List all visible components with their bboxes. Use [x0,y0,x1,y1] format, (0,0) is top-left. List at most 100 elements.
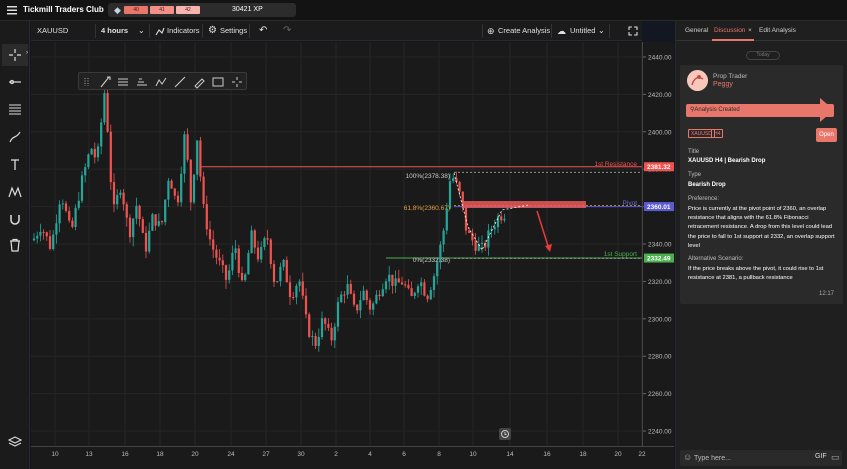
candle-body [426,295,429,300]
candle-body [74,207,77,227]
candle-body [192,174,196,203]
magnet-icon [10,215,20,225]
chevron-down-icon[interactable]: ⌄ [598,21,605,41]
menu-icon[interactable] [7,5,17,15]
redo-icon[interactable]: ↷ [283,21,291,41]
crosshair-tool[interactable]: › [2,44,28,66]
candle-body [493,227,496,230]
delete-tool[interactable] [2,234,28,256]
candle-body [215,249,218,258]
candle-body [212,239,215,250]
candle-body [176,195,180,203]
divider [551,24,552,38]
price-marker-label: 2332.49 [647,256,671,263]
layout-name[interactable]: Untitled [570,21,595,41]
text-tool[interactable] [2,154,28,176]
settings-button[interactable]: Settings [220,21,247,41]
candle-body [384,281,388,290]
candle-body [64,203,68,211]
brush-tool[interactable] [2,126,28,148]
price-tick-label: 2240.00 [648,429,672,436]
plus-circle-icon: ⊕ [487,26,495,36]
candle-body [135,205,138,219]
candle-body [487,230,490,248]
emoji-icon[interactable]: ☺ [683,452,692,462]
attach-icon[interactable]: ▭ [831,452,840,463]
candle-body [42,231,45,233]
candle-body [224,265,228,280]
rectangle-icon[interactable] [212,77,224,87]
undo-icon[interactable]: ↶ [259,21,267,41]
candle-body [208,229,212,240]
candle-body [276,281,279,283]
candle-body [253,230,256,248]
candle-body [365,290,368,301]
pen-icon[interactable] [194,78,205,89]
user-role: Prop Trader [713,73,748,80]
candle-body [109,131,112,183]
brush-icon [9,131,21,143]
tab-edit-analysis[interactable]: Edit Analysis [759,27,796,34]
price-tick-label: 2300.00 [648,316,672,323]
resistance-label: 1st Resistance [594,161,637,168]
analysis-post: Prop Trader Peggy ⚲Analysis Created XAUU… [680,65,843,304]
ray-icon[interactable] [174,76,186,88]
channel-icon[interactable] [137,78,147,86]
candle-body [141,219,144,233]
reset-view-button[interactable] [499,428,511,440]
tab-discussion[interactable]: Discussion [714,27,745,34]
tab-general[interactable]: General [685,27,708,34]
chevron-down-icon[interactable]: ⌄ [138,21,145,41]
interval-selector[interactable]: 4 hours [101,21,128,41]
symbol-selector[interactable]: XAUUSD [37,21,68,41]
candle-body [375,294,378,304]
close-icon[interactable]: × [748,27,752,34]
fullscreen-icon[interactable] [628,26,638,36]
candle-body [317,337,320,346]
trendline-tool[interactable] [2,71,28,93]
message-input[interactable] [694,452,804,464]
candle-body [221,260,224,266]
divider [202,24,203,38]
user-name[interactable]: Peggy [713,81,733,88]
time-tick-label: 16 [543,451,551,458]
crosshair-icon[interactable] [232,77,242,87]
candle-body [295,285,298,298]
title-label: Title [688,149,700,155]
chart-area[interactable]: 1st Resistance Pivot 1st Support 100%(23… [31,42,642,446]
time-tick-label: 13 [85,451,93,458]
level-badge: 42 [176,6,200,14]
indicators-button[interactable]: Indicators [167,21,200,41]
price-marker-label: 2381.32 [647,164,671,171]
pattern-tool[interactable] [2,181,28,203]
price-axis[interactable]: 2440.002420.002400.002380.002360.002340.… [642,42,674,446]
magnet-tool[interactable] [2,208,28,230]
candle-body [68,210,71,221]
zigzag-icon[interactable] [155,77,167,87]
pivot-zone[interactable] [462,201,586,208]
candle-body [93,148,96,158]
open-button[interactable]: Open [816,128,837,142]
create-analysis-button[interactable]: Create Analysis [498,21,550,41]
drawing-tools [84,76,242,89]
gif-button[interactable]: GIF [815,453,827,460]
candle-body [388,274,391,282]
reply-box: ☺ GIF ▭ [680,450,842,466]
candle-body [464,207,468,231]
candle-body [381,289,384,297]
candle-body [304,295,308,315]
layers-tool[interactable] [2,431,28,453]
candle-body [256,247,260,260]
time-tick-label: 8 [437,451,441,458]
time-tick-label: 30 [297,451,305,458]
time-axis[interactable]: 10 13 16 18 20 24 27 30 2 4 6 8 10 14 16 18 20 22 [31,446,674,469]
candle-body [77,200,80,208]
candle-body [410,288,413,297]
fib-tool[interactable] [2,98,28,120]
candle-body [250,230,253,254]
lines-icon[interactable] [118,78,128,86]
candle-body [452,178,455,182]
candle-body [189,159,192,203]
candlestick-chart[interactable]: 1st Resistance Pivot 1st Support 100%(23… [31,42,642,446]
cursor-icon[interactable] [100,76,111,88]
